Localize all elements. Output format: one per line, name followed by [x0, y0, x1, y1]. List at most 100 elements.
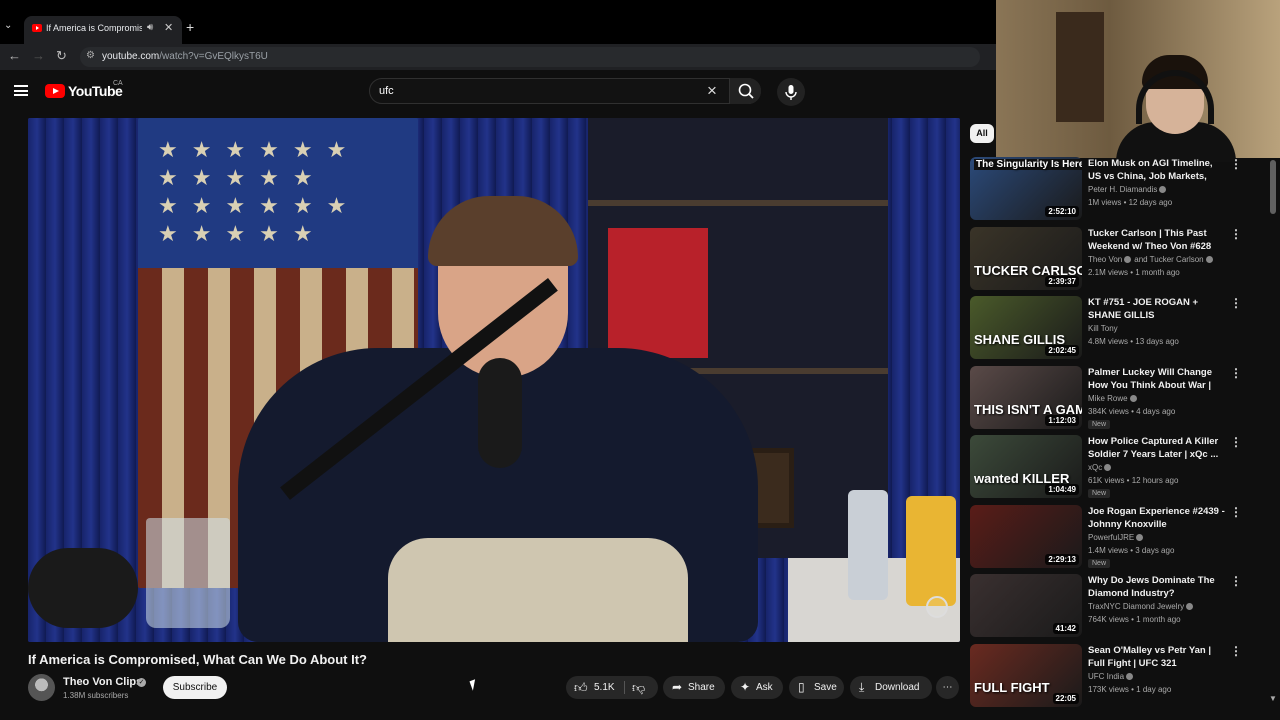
video-thumbnail[interactable]: FULL FIGHT 22:05: [970, 643, 1082, 707]
more-icon[interactable]: ⋯: [936, 676, 959, 699]
more-vert-icon[interactable]: ⋮: [1230, 644, 1242, 658]
recommendation-title[interactable]: Sean O'Malley vs Petr Yan | Full Fight |…: [1088, 644, 1228, 670]
recommendation-item[interactable]: FULL FIGHT 22:05 Sean O'Malley vs Petr Yan…: [970, 643, 1250, 710]
verified-icon: [1126, 672, 1134, 680]
like-count[interactable]: 5.1K: [594, 676, 615, 699]
recommendation-item[interactable]: 41:42 Why Do Jews Dominate The Diamond In…: [970, 574, 1250, 640]
video-thumbnail[interactable]: The Singularity Is Here 2:52:10: [970, 157, 1082, 220]
more-vert-icon[interactable]: ⋮: [1230, 157, 1242, 171]
video-thumbnail[interactable]: SHANE GILLIS 2:02:45: [970, 296, 1082, 359]
back-icon[interactable]: ←: [8, 48, 21, 63]
recommendation-meta: 61K views • 12 hours ago: [1088, 476, 1179, 485]
menu-icon[interactable]: [14, 85, 28, 96]
tab-title: If America is Compromised: [46, 23, 142, 33]
subscribe-button[interactable]: Subscribe: [163, 676, 227, 699]
recommendation-title[interactable]: Why Do Jews Dominate The Diamond Industr…: [1088, 574, 1228, 600]
browser-tab[interactable]: If America is Compromised 🔊︎ ✕: [24, 16, 182, 44]
recommendation-channel[interactable]: Theo Von and Tucker Carlson: [1088, 255, 1213, 264]
recommendation-title[interactable]: Palmer Luckey Will Change How You Think …: [1088, 366, 1228, 392]
channel-name: Peter H. Diamandis: [1088, 185, 1158, 194]
recommendation-title[interactable]: Tucker Carlson | This Past Weekend w/ Th…: [1088, 227, 1228, 253]
reload-icon[interactable]: ↻: [56, 48, 67, 64]
tab-list-icon[interactable]: ⌄: [4, 20, 18, 36]
recommendation-meta: 2.1M views • 1 month ago: [1088, 267, 1180, 277]
more-vert-icon[interactable]: ⋮: [1230, 296, 1242, 310]
video-can: [848, 490, 888, 600]
forward-icon[interactable]: →: [32, 48, 45, 63]
channel-name[interactable]: Theo Von Clips: [63, 676, 142, 688]
video-thumbnail[interactable]: 2:29:13: [970, 504, 1082, 568]
more-vert-icon[interactable]: ⋮: [1230, 366, 1242, 380]
share-button[interactable]: ➦ Share: [663, 676, 725, 699]
recommendation-title[interactable]: KT #751 - JOE ROGAN + SHANE GILLIS: [1088, 296, 1228, 322]
recommendation-meta: 764K views • 1 month ago: [1088, 615, 1181, 624]
recommendation-channel[interactable]: TraxNYC Diamond Jewelry: [1088, 602, 1194, 611]
recommendation-channel[interactable]: Kill Tony: [1088, 324, 1118, 333]
recommendation-title[interactable]: How Police Captured A Killer Soldier 7 Y…: [1088, 435, 1228, 461]
recommendation-channel[interactable]: UFC India: [1088, 671, 1134, 681]
scrollbar[interactable]: [1270, 160, 1276, 214]
video-title: If America is Compromised, What Can We D…: [28, 652, 367, 667]
voice-search-button[interactable]: [777, 78, 805, 106]
more-vert-icon[interactable]: ⋮: [1230, 505, 1242, 519]
like-icon[interactable]: 👍︎: [574, 676, 588, 699]
download-icon: ⤓: [859, 680, 865, 694]
recommendation-title[interactable]: Elon Musk on AGI Timeline, US vs China, …: [1088, 157, 1228, 183]
channel-watermark-icon[interactable]: [926, 596, 948, 618]
flag-stars: ★★★★★★ ★★★★★ ★★★★★★ ★★★★★: [158, 137, 361, 246]
verified-icon: ✓: [137, 678, 146, 687]
more-vert-icon[interactable]: ⋮: [1230, 574, 1242, 588]
scroll-down-icon[interactable]: ▼: [1269, 694, 1277, 703]
video-duration: 1:04:49: [1045, 484, 1079, 495]
search-button[interactable]: [729, 78, 761, 104]
audio-icon[interactable]: 🔊︎: [147, 22, 153, 33]
address-host: youtube.com: [102, 51, 160, 62]
verified-icon: [1129, 394, 1137, 402]
video-thumbnail[interactable]: wanted KILLER 1:04:49: [970, 435, 1082, 498]
clear-search-icon[interactable]: ×: [707, 81, 717, 101]
address-bar[interactable]: ⚙ youtube.com/watch?v=GvEQlkysT6U: [80, 47, 980, 67]
search-input[interactable]: ufc: [379, 85, 394, 97]
shelf-poster: [608, 228, 708, 358]
video-thumbnail[interactable]: TUCKER CARLSON2:39:37: [970, 226, 1082, 290]
like-dislike-group: 👍︎ 5.1K 👎︎: [566, 676, 658, 699]
video-thumbnail[interactable]: 41:42: [970, 574, 1082, 637]
recommendation-meta: 1M views • 12 days ago: [1088, 198, 1173, 207]
avatar[interactable]: [28, 674, 55, 701]
recommendation-meta: 384K views • 4 days ago: [1088, 406, 1176, 416]
channel-name: Mike Rowe: [1088, 393, 1128, 403]
recommendation-channel[interactable]: PowerfulJRE: [1088, 533, 1144, 542]
download-button[interactable]: ⤓ Download: [850, 676, 932, 699]
plus-icon[interactable]: +: [186, 19, 194, 35]
recommendation-item[interactable]: 2:29:13 Joe Rogan Experience #2439 - John…: [970, 504, 1250, 571]
recommendation-channel[interactable]: Mike Rowe: [1088, 394, 1137, 403]
recommendation-item[interactable]: THIS ISN'T A GAME1:12:03Palmer Luckey Wi…: [970, 365, 1250, 432]
more-vert-icon[interactable]: ⋮: [1230, 435, 1242, 449]
filter-chip-all[interactable]: All: [970, 124, 994, 143]
recommendation-item[interactable]: SHANE GILLIS 2:02:45 KT #751 - JOE ROGAN +…: [970, 296, 1250, 362]
channel-name: xQc: [1088, 463, 1103, 472]
ask-button[interactable]: ✦ Ask: [731, 676, 783, 699]
save-button[interactable]: ▯ Save: [789, 676, 844, 699]
recommendation-item[interactable]: The Singularity Is Here 2:52:10 Elon Musk …: [970, 157, 1250, 223]
status-badge: New: [1088, 489, 1111, 498]
video-thumbnail[interactable]: THIS ISN'T A GAME1:12:03: [970, 365, 1082, 429]
microphone-icon: [785, 85, 797, 100]
recommendation-item[interactable]: TUCKER CARLSON2:39:37Tucker Carlson | Th…: [970, 226, 1250, 293]
verified-icon: [1186, 603, 1194, 611]
recommendation-channel[interactable]: xQc: [1088, 463, 1112, 472]
verified-icon: [1104, 464, 1112, 472]
more-vert-icon[interactable]: ⋮: [1230, 227, 1242, 241]
site-info-icon[interactable]: ⚙: [86, 50, 95, 61]
video-duration: 2:29:13: [1045, 553, 1079, 565]
close-icon[interactable]: ✕: [164, 21, 173, 34]
recommendation-item[interactable]: wanted KILLER 1:04:49 How Police Captured …: [970, 435, 1250, 501]
recommendation-title[interactable]: Joe Rogan Experience #2439 - Johnny Knox…: [1088, 505, 1228, 531]
search-icon: [738, 83, 754, 99]
dislike-icon[interactable]: 👎︎: [632, 676, 645, 699]
download-label: Download: [875, 682, 920, 693]
recommendation-channel[interactable]: Peter H. Diamandis: [1088, 185, 1167, 194]
bookmark-icon: ▯: [798, 680, 805, 694]
channel-name: UFC India: [1088, 671, 1125, 681]
video-player[interactable]: ★★★★★★ ★★★★★ ★★★★★★ ★★★★★: [28, 118, 960, 642]
